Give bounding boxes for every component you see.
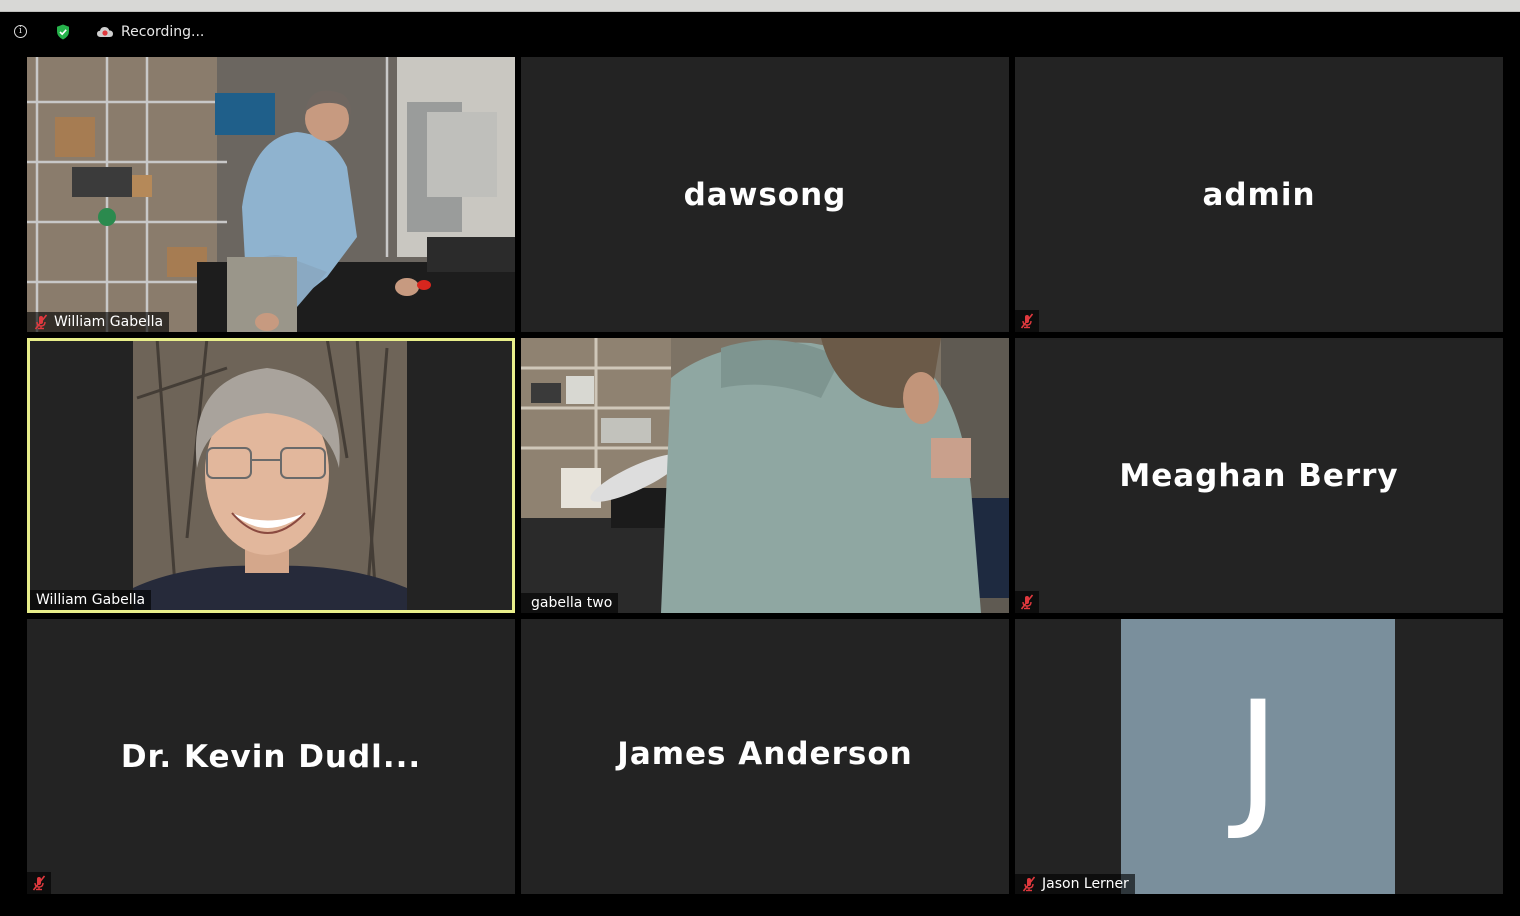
participant-name-label: Jason Lerner: [1015, 874, 1135, 894]
window-top-strip: [0, 0, 1520, 12]
video-tile-1[interactable]: William Gabella: [27, 57, 515, 332]
participant-video-feed: [521, 338, 1009, 613]
participant-name-label: William Gabella: [27, 312, 170, 332]
participant-video-feed: [27, 338, 515, 613]
video-tile-8[interactable]: James Anderson: [521, 619, 1009, 894]
video-tile-2[interactable]: dawsong: [521, 57, 1009, 332]
mic-muted-icon: [1019, 313, 1035, 329]
info-icon[interactable]: i: [14, 25, 27, 38]
meeting-info-bar: i Recording...: [0, 12, 1520, 52]
mic-muted-icon: [1019, 594, 1035, 610]
participant-display-name: admin: [1202, 176, 1316, 213]
participant-name-label: gabella two: [521, 593, 619, 613]
participant-display-name: dawsong: [683, 176, 847, 213]
video-tile-5[interactable]: gabella two: [521, 338, 1009, 613]
shield-check-icon[interactable]: [56, 24, 70, 40]
participant-name-label: William Gabella: [30, 590, 152, 610]
mute-indicator: [27, 872, 51, 894]
video-tile-6[interactable]: Meaghan Berry: [1015, 338, 1503, 613]
participant-display-name: Meaghan Berry: [1119, 457, 1399, 494]
mute-indicator: [1015, 310, 1039, 332]
recording-status-text: Recording...: [121, 24, 205, 40]
participant-video-feed: [27, 57, 515, 332]
mic-muted-icon: [33, 314, 49, 330]
mic-muted-icon: [1021, 876, 1037, 892]
video-tile-3[interactable]: admin: [1015, 57, 1503, 332]
cloud-recording-icon[interactable]: [96, 24, 114, 40]
mute-indicator: [1015, 591, 1039, 613]
avatar: J: [1121, 619, 1395, 894]
video-tile-4[interactable]: William Gabella: [27, 338, 515, 613]
video-tile-7[interactable]: Dr. Kevin Dudl...: [27, 619, 515, 894]
participant-display-name: Dr. Kevin Dudl...: [120, 738, 422, 775]
participant-display-name: James Anderson: [617, 735, 913, 772]
video-tile-9[interactable]: J Jason Lerner: [1015, 619, 1503, 894]
mic-muted-icon: [31, 875, 47, 891]
